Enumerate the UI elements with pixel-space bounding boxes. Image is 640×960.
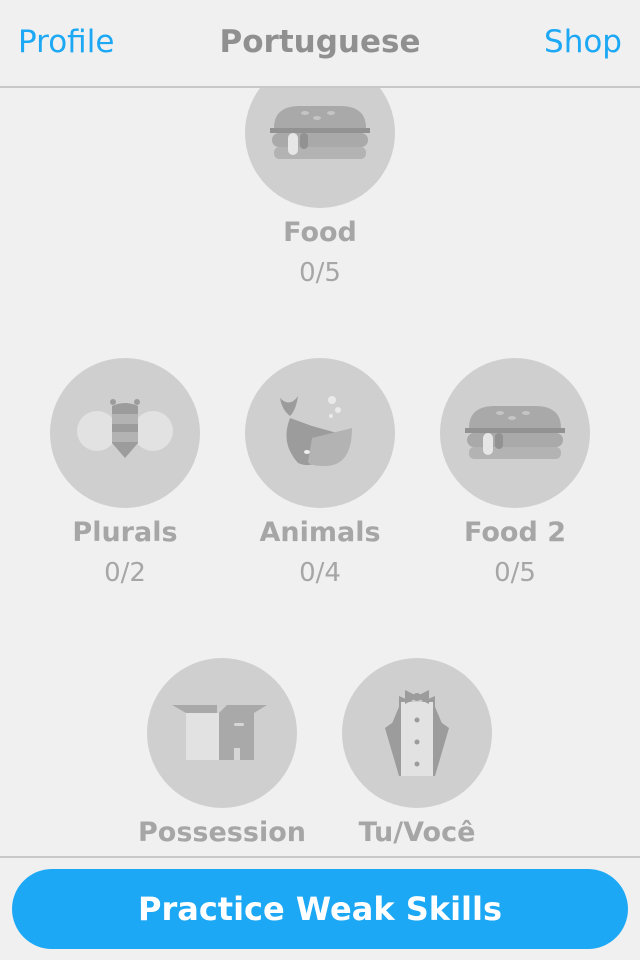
burger-icon	[270, 106, 370, 159]
skill-circle[interactable]	[440, 358, 590, 508]
practice-weak-skills-button[interactable]: Practice Weak Skills	[12, 869, 628, 949]
box-icon	[172, 705, 267, 760]
bee-icon	[77, 399, 173, 458]
skill-tree: Food 0/5 Plurals 0/2 Animals 0/4 Food 2 …	[0, 88, 640, 856]
skill-tu-voce[interactable]: Tu/Você	[317, 658, 517, 856]
skill-circle[interactable]	[245, 358, 395, 508]
skill-name: Animals	[259, 517, 381, 548]
skill-circle[interactable]	[342, 658, 492, 808]
skill-circle[interactable]	[50, 358, 200, 508]
skill-animals[interactable]: Animals 0/4	[220, 358, 420, 590]
skill-name: Plurals	[72, 517, 178, 548]
skill-circle[interactable]	[147, 658, 297, 808]
skill-circle[interactable]	[245, 88, 395, 208]
skill-progress: 0/4	[299, 558, 341, 588]
skill-name: Food	[283, 217, 357, 248]
shop-link[interactable]: Shop	[544, 24, 622, 60]
top-nav-bar: Profile Portuguese Shop	[0, 0, 640, 88]
skill-progress: 0/5	[299, 258, 341, 288]
skill-food[interactable]: Food 0/5	[220, 88, 420, 290]
skill-plurals[interactable]: Plurals 0/2	[25, 358, 225, 590]
skill-name: Possession	[138, 817, 306, 848]
skill-progress: 0/2	[104, 558, 146, 588]
bottom-bar: Practice Weak Skills	[0, 856, 640, 960]
skill-name: Food 2	[464, 517, 566, 548]
skill-possession[interactable]: Possession	[122, 658, 322, 856]
tuxedo-icon	[385, 690, 449, 776]
whale-icon	[280, 396, 352, 466]
skill-food-2[interactable]: Food 2 0/5	[415, 358, 615, 590]
burger-icon	[465, 406, 565, 459]
skill-progress: 0/5	[494, 558, 536, 588]
skill-name: Tu/Você	[358, 817, 476, 848]
